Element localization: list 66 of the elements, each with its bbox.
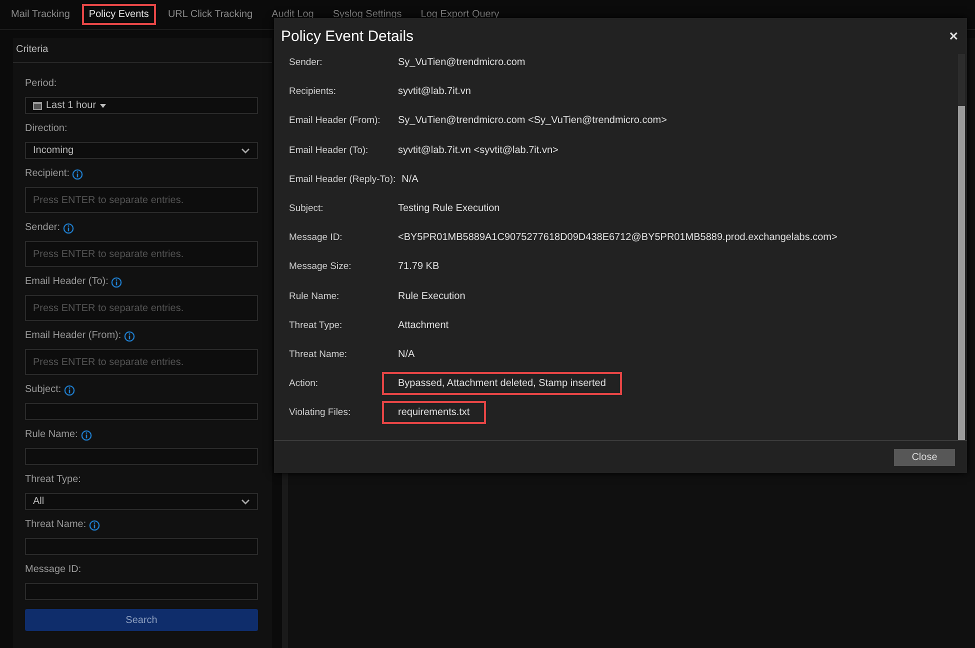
field-label: Subject: bbox=[25, 383, 62, 397]
chevron-down-icon bbox=[241, 498, 250, 504]
select-field[interactable]: All bbox=[25, 493, 258, 510]
field-label: Email Header (To): bbox=[25, 275, 108, 289]
info-icon[interactable] bbox=[124, 330, 136, 342]
detail-value: requirements.txt bbox=[382, 401, 486, 424]
detail-label: Threat Type: bbox=[289, 320, 344, 331]
input-field[interactable]: Press ENTER to separate entries. bbox=[25, 187, 258, 213]
detail-label: Email Header (To): bbox=[289, 144, 370, 156]
detail-value: N/A bbox=[397, 348, 416, 362]
field-label: Period: bbox=[25, 77, 57, 91]
tab[interactable]: Policy Events bbox=[82, 4, 156, 25]
info-icon[interactable] bbox=[64, 384, 76, 396]
detail-label: Subject: bbox=[289, 203, 324, 214]
detail-label: Rule Name: bbox=[289, 290, 340, 302]
dialog-title: Policy Event Details bbox=[281, 28, 414, 44]
input-field[interactable] bbox=[25, 448, 258, 465]
detail-value: Attachment bbox=[397, 318, 450, 333]
input-field[interactable] bbox=[25, 583, 258, 600]
field-label: Direction: bbox=[25, 122, 68, 136]
detail-value: syvtit@lab.7it.vn bbox=[397, 85, 472, 100]
field-label: Rule Name: bbox=[25, 428, 78, 442]
field-label: Threat Name: bbox=[25, 518, 86, 532]
input-field[interactable]: Press ENTER to separate entries. bbox=[25, 295, 258, 321]
info-icon[interactable] bbox=[63, 222, 74, 234]
detail-value: Testing Rule Execution bbox=[397, 202, 501, 216]
detail-value: Sy_VuTien@trendmicro.com <Sy_VuTien@trendmicro.com> bbox=[397, 114, 668, 128]
input-field[interactable] bbox=[25, 538, 258, 555]
info-icon[interactable] bbox=[111, 276, 122, 288]
detail-label: Message Size: bbox=[289, 261, 352, 272]
field-label: Message ID: bbox=[25, 563, 82, 577]
detail-label: Sender: bbox=[289, 57, 324, 68]
detail-label: Message ID: bbox=[289, 232, 344, 244]
detail-label: Recipients: bbox=[289, 86, 337, 98]
detail-label: Action: bbox=[289, 378, 320, 390]
info-icon[interactable] bbox=[80, 430, 92, 440]
field-label: Threat Type: bbox=[25, 473, 81, 487]
detail-value: Rule Execution bbox=[397, 290, 466, 304]
field-label: Recipient: bbox=[25, 167, 70, 181]
panel-title: Criteria bbox=[13, 38, 272, 63]
tab[interactable]: Mail Tracking bbox=[4, 4, 77, 25]
field-label: Email Header (From): bbox=[25, 329, 122, 343]
field-label: Sender: bbox=[25, 221, 60, 235]
detail-value: Bypassed, Attachment deleted, Stamp inserted bbox=[382, 372, 622, 396]
detail-value: <BY5PR01MB5889A1C9075277618D09D438E6712@BY5PR01MB5889.prod.exchangelabs.com> bbox=[397, 231, 838, 246]
input-field[interactable] bbox=[25, 403, 258, 420]
close-button[interactable]: Close bbox=[894, 448, 955, 466]
input-field[interactable]: Press ENTER to separate entries. bbox=[25, 349, 258, 375]
caret-icon bbox=[100, 104, 106, 108]
info-icon[interactable] bbox=[89, 520, 100, 530]
detail-label: Email Header (From): bbox=[289, 115, 382, 126]
calendar-icon bbox=[33, 101, 42, 110]
period-dropdown[interactable]: Last 1 hour bbox=[25, 97, 258, 114]
detail-value: Sy_VuTien@trendmicro.com bbox=[397, 56, 526, 70]
info-icon[interactable] bbox=[72, 168, 84, 180]
detail-label: Violating Files: bbox=[289, 407, 352, 418]
detail-value: 71.79 KB bbox=[397, 260, 440, 274]
select-field[interactable]: Incoming bbox=[25, 142, 258, 159]
search-button[interactable]: Search bbox=[25, 609, 258, 631]
input-field[interactable]: Press ENTER to separate entries. bbox=[25, 241, 258, 267]
detail-label: Email Header (Reply-To): bbox=[289, 174, 397, 185]
detail-value: syvtit@lab.7it.vn <syvtit@lab.7it.vn> bbox=[397, 144, 560, 158]
tab[interactable]: URL Click Tracking bbox=[160, 4, 260, 25]
detail-label: Threat Name: bbox=[289, 348, 348, 360]
close-icon[interactable]: × bbox=[949, 28, 958, 44]
chevron-down-icon bbox=[241, 148, 250, 154]
